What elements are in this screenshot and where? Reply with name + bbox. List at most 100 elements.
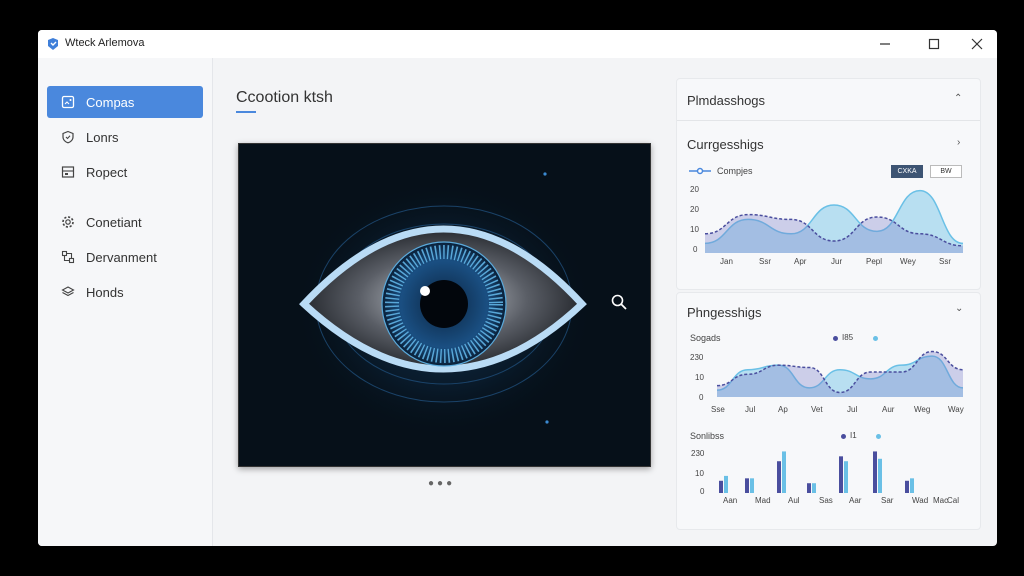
sidebar-item-label: Honds (86, 285, 124, 300)
sidebar-item-compas[interactable]: Compas (47, 86, 203, 118)
x-tick: Jur (831, 257, 843, 266)
x-tick: Ssr (939, 257, 951, 266)
legend-dot-light (876, 434, 881, 439)
divider (677, 120, 980, 121)
bar-series-2 (812, 483, 816, 493)
area-chart-bottom (716, 350, 964, 397)
app-logo-icon (48, 38, 58, 50)
bar-series-1 (873, 451, 877, 493)
title-underline (236, 111, 256, 113)
y-tick: 0 (693, 245, 698, 254)
legend-dot-dark (841, 434, 846, 439)
legend-label: I85 (842, 333, 854, 342)
bar-series-2 (782, 451, 786, 493)
sidebar-item-label: Lonrs (86, 130, 119, 145)
bar-series-2 (844, 461, 848, 493)
close-button[interactable] (966, 34, 988, 54)
x-tick: Aar (849, 496, 862, 505)
x-tick: Aur (882, 405, 895, 414)
app-window: Wteck Arlemova Compas Lonrs Ropect Conet… (38, 30, 997, 546)
chevron-down-icon[interactable]: ⌄ (955, 303, 963, 314)
bar-series-1 (777, 461, 781, 493)
sidebar-item-label: Dervanment (86, 250, 157, 265)
layout-icon (61, 166, 75, 178)
bar-series-1 (807, 483, 811, 493)
panel-bottom: Phngesshigs ⌄ Sogads I85 230 10 0 Sse Ju… (676, 292, 981, 530)
legend-line-icon (689, 167, 711, 175)
x-tick: Vet (811, 405, 823, 414)
y-tick: 10 (695, 469, 704, 478)
legend-label: Compjes (717, 166, 753, 176)
y-tick: 10 (690, 225, 699, 234)
image-viewer[interactable] (238, 143, 651, 467)
layers-icon (61, 286, 75, 297)
y-tick: 20 (690, 205, 699, 214)
chevron-up-icon[interactable]: ⌃ (954, 93, 962, 104)
x-tick: Way (948, 405, 964, 414)
series-toggle-button-2[interactable]: BW (930, 165, 962, 178)
chevron-right-icon[interactable]: › (957, 137, 960, 148)
bar-series-1 (905, 480, 909, 493)
y-tick: 20 (690, 185, 699, 194)
legend-dot-dark (833, 336, 838, 341)
bar-series-1 (719, 480, 723, 493)
sidebar-item-label: Compas (86, 95, 135, 110)
x-tick: Aan (723, 496, 738, 505)
card-title: Currgesshigs (687, 137, 764, 152)
gear-icon (62, 216, 74, 228)
flow-icon (61, 250, 75, 264)
x-tick: Sse (711, 405, 725, 414)
sidebar-item-ropect[interactable]: Ropect (47, 156, 203, 188)
area-chart-top (704, 189, 964, 253)
x-tick: Pepl (866, 257, 883, 266)
y-tick: 0 (699, 393, 704, 402)
panel-top-header: Plmdasshogs (687, 93, 766, 108)
sidebar: Compas Lonrs Ropect Conetiant Dervanment… (38, 58, 213, 546)
chart-label: Sogads (690, 333, 721, 343)
x-tick: Wad (912, 496, 929, 505)
sidebar-item-conetiant[interactable]: Conetiant (47, 206, 203, 238)
legend-dot-light (873, 336, 878, 341)
x-tick: Wey (900, 257, 916, 266)
sidebar-item-honds[interactable]: Honds (47, 276, 203, 308)
panel-bottom-header: Phngesshigs (687, 305, 762, 320)
x-tick: Jul (745, 405, 756, 414)
bar-series-2 (724, 475, 728, 493)
sidebar-item-dervanment[interactable]: Dervanment (47, 241, 203, 273)
zoom-icon[interactable] (610, 293, 628, 311)
x-tick: Ssr (759, 257, 771, 266)
image-icon (61, 95, 75, 109)
panel-top: Plmdasshogs ⌃ Currgesshigs › Compjes CXK… (676, 78, 981, 290)
shield-icon (62, 130, 74, 144)
x-tick: Weg (914, 405, 931, 414)
minimize-button[interactable] (874, 34, 896, 54)
x-tick: Sas (819, 496, 833, 505)
eye-scan-image (239, 144, 650, 466)
x-tick: Jan (720, 257, 733, 266)
x-tick: Cal (947, 496, 960, 505)
pagination-dots[interactable]: ●●● (428, 478, 455, 489)
legend-label: I1 (850, 431, 857, 440)
y-tick: 230 (691, 449, 705, 458)
page-title: Ccootion ktsh (236, 89, 333, 106)
sidebar-item-lonrs[interactable]: Lonrs (47, 121, 203, 153)
y-tick: 0 (700, 487, 705, 496)
bar-series-1 (745, 478, 749, 493)
y-tick: 230 (690, 353, 704, 362)
x-tick: Mad (755, 496, 771, 505)
window-title: Wteck Arlemova (65, 37, 145, 49)
sidebar-item-label: Ropect (86, 165, 128, 180)
bar-series-1 (839, 456, 843, 493)
sidebar-item-label: Conetiant (86, 215, 142, 230)
bar-series-2 (910, 478, 914, 493)
series-toggle-button-1[interactable]: CXKA (891, 165, 923, 178)
x-tick: Sar (881, 496, 894, 505)
title-bar: Wteck Arlemova (38, 30, 997, 58)
x-tick: Mac (933, 496, 949, 505)
x-tick: Aul (788, 496, 800, 505)
bar-chart-bottom (719, 451, 914, 493)
x-tick: Apr (794, 257, 807, 266)
chart-label: Sonlibss (690, 431, 725, 441)
maximize-button[interactable] (923, 34, 945, 54)
x-tick: Ap (778, 405, 788, 414)
